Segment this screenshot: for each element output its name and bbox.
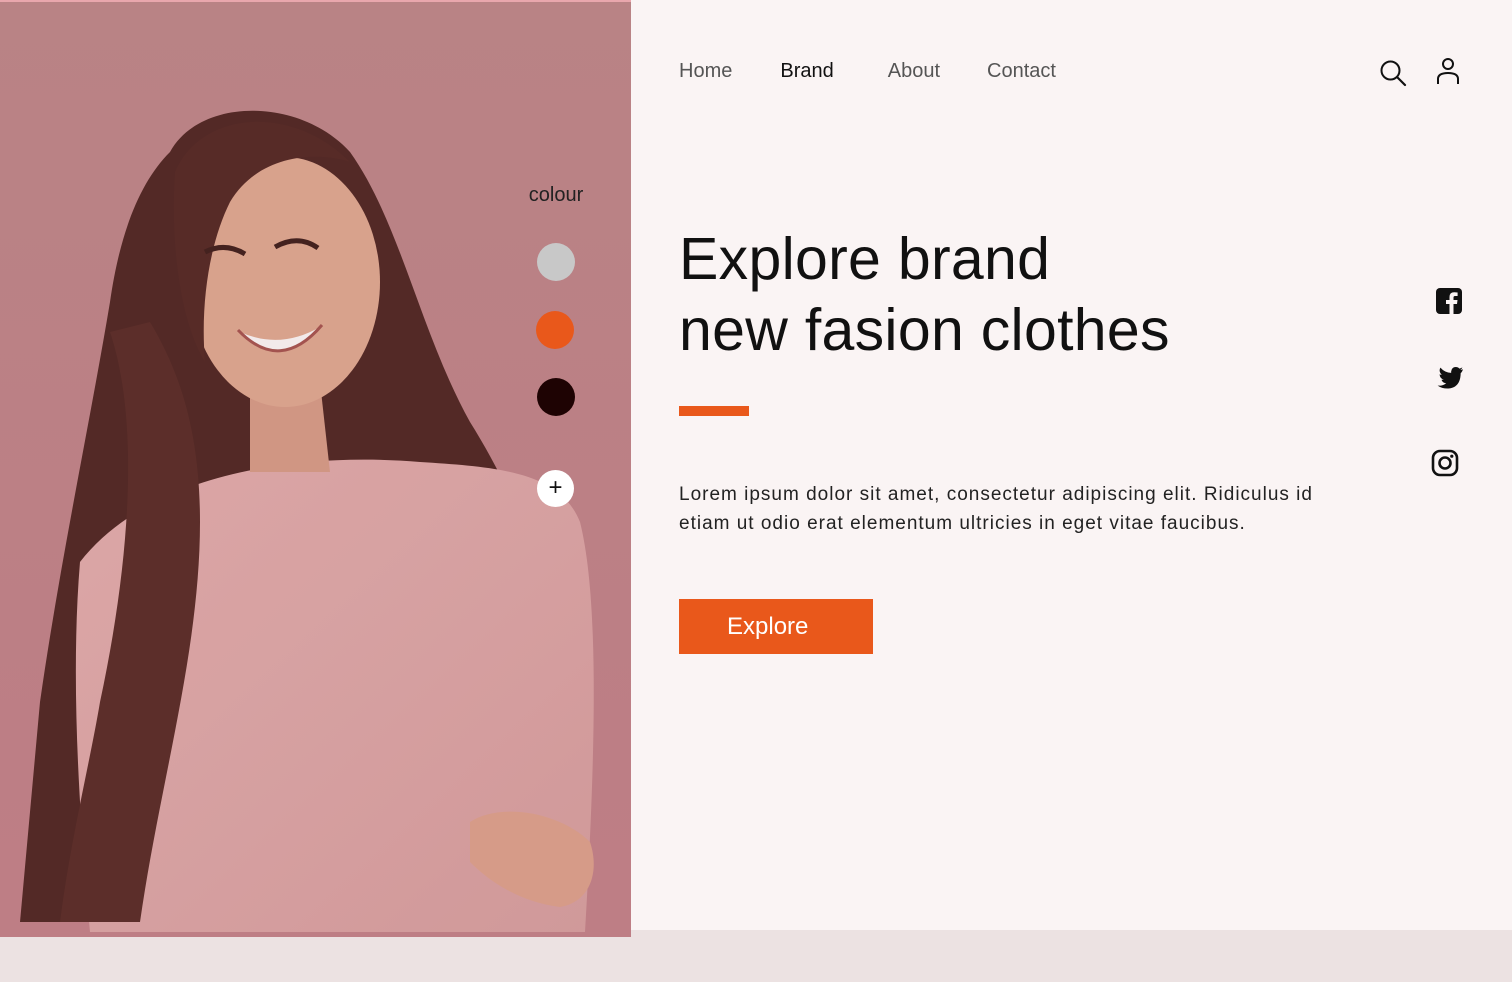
add-colour-button[interactable]: +: [537, 470, 574, 507]
landing-page: Home Brand About Contact colour + Explor…: [0, 0, 1512, 982]
headline-line-2: new fasion clothes: [679, 297, 1170, 363]
nav-home-link[interactable]: Home: [679, 58, 732, 84]
accent-divider: [679, 406, 749, 416]
user-icon[interactable]: [1436, 57, 1460, 85]
nav-contact-link[interactable]: Contact: [987, 58, 1056, 84]
explore-button[interactable]: Explore: [679, 599, 873, 654]
search-icon[interactable]: [1379, 59, 1407, 87]
hero-description: Lorem ipsum dolor sit amet, consectetur …: [679, 484, 1313, 534]
main-nav: Home Brand About Contact: [679, 58, 1056, 84]
swatch-orange[interactable]: [536, 311, 574, 349]
nav-brand-link[interactable]: Brand: [780, 58, 833, 84]
photo-overlay: [0, 2, 631, 937]
nav-about-link[interactable]: About: [888, 58, 940, 84]
hero-headline: Explore brand new fasion clothes: [679, 224, 1170, 366]
twitter-icon[interactable]: [1434, 366, 1464, 392]
footer-strip: [0, 930, 1512, 982]
colour-label: colour: [528, 184, 584, 206]
swatch-grey[interactable]: [537, 243, 575, 281]
facebook-icon[interactable]: [1436, 288, 1462, 314]
headline-line-1: Explore brand: [679, 226, 1051, 292]
instagram-icon[interactable]: [1431, 449, 1459, 477]
hero-photo: [0, 0, 631, 937]
swatch-dark[interactable]: [537, 378, 575, 416]
content-panel: [631, 0, 1512, 930]
